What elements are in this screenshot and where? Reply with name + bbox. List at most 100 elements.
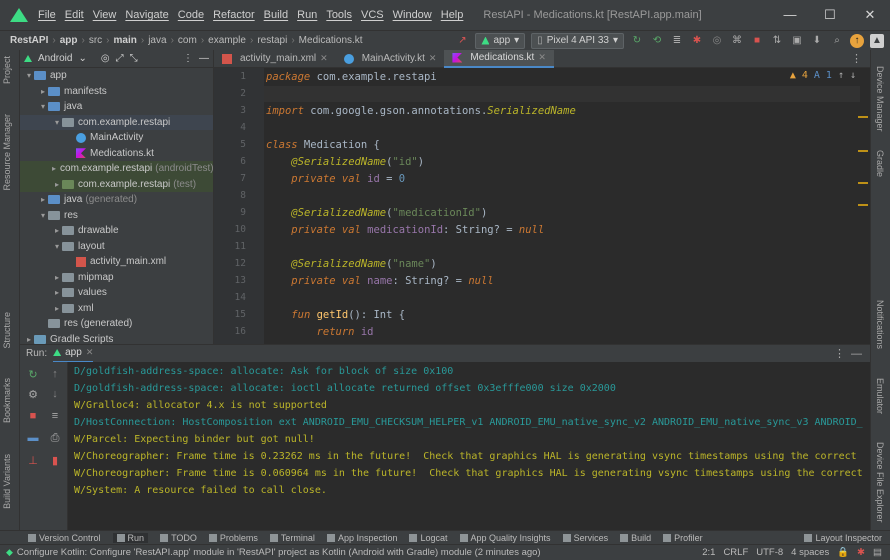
pin-icon[interactable]: ⊥ — [26, 454, 40, 468]
debug-icon[interactable]: ✱ — [690, 34, 704, 48]
breadcrumb-item[interactable]: main — [114, 35, 137, 46]
tree-item[interactable]: ▾ layout — [20, 239, 213, 255]
search-icon[interactable]: ⌕ — [830, 34, 844, 48]
tree-item[interactable]: ▸ xml — [20, 301, 213, 317]
file-encoding[interactable]: UTF-8 — [756, 547, 783, 558]
menu-tools[interactable]: Tools — [326, 9, 352, 21]
tree-item[interactable]: ▸ values — [20, 285, 213, 301]
chevron-right-icon[interactable]: ▸ — [52, 273, 62, 282]
tool-window-resource-manager[interactable]: Resource Manager — [2, 114, 12, 191]
lock-icon[interactable]: 🔒 — [837, 547, 849, 558]
close-icon[interactable]: ✕ — [320, 53, 328, 64]
status-message[interactable]: Configure Kotlin: Configure 'RestAPI.app… — [17, 547, 541, 558]
device-select[interactable]: ▯ Pixel 4 API 33 ▾ — [531, 32, 624, 49]
run-tab-app[interactable]: app ✕ — [53, 345, 94, 363]
options-icon[interactable]: ⋮ — [183, 53, 193, 64]
collapse-all-icon[interactable]: ⤡ — [130, 53, 138, 64]
tree-item[interactable]: ▸ com.example.restapi (test) — [20, 176, 213, 192]
chevron-down-icon[interactable]: ▾ — [24, 71, 34, 80]
soft-wrap-icon[interactable]: ≡ — [48, 410, 62, 424]
tool-window-project[interactable]: Project — [2, 56, 12, 84]
bottom-tab-build[interactable]: Build — [620, 533, 651, 543]
tool-window-build-variants[interactable]: Build Variants — [2, 454, 12, 509]
bottom-tab-profiler[interactable]: Profiler — [663, 533, 703, 543]
apply-changes-icon[interactable]: ⟲ — [650, 34, 664, 48]
menu-file[interactable]: File — [38, 9, 56, 21]
menu-navigate[interactable]: Navigate — [125, 9, 168, 21]
tree-item[interactable]: ▾ app — [20, 68, 213, 84]
chevron-down-icon[interactable]: ▾ — [38, 211, 48, 220]
sync-gradle-icon[interactable]: ⇅ — [770, 34, 784, 48]
tree-item[interactable]: ▸ com.example.restapi (androidTest) — [20, 161, 213, 177]
chevron-right-icon[interactable]: ▸ — [52, 164, 56, 173]
rerun-icon[interactable]: ↻ — [26, 368, 40, 382]
menu-window[interactable]: Window — [393, 9, 432, 21]
rerun-icon[interactable]: ↻ — [630, 34, 644, 48]
breadcrumb-item[interactable]: RestAPI — [10, 35, 48, 46]
bottom-tab-version-control[interactable]: Version Control — [28, 533, 101, 543]
chevron-right-icon[interactable]: ▸ — [52, 180, 62, 189]
down-icon[interactable]: ↓ — [48, 388, 62, 402]
bottom-tab-services[interactable]: Services — [562, 533, 608, 543]
tool-window-device-file-explorer[interactable]: Device File Explorer — [875, 442, 885, 523]
tool-window-gradle[interactable]: Gradle — [875, 150, 885, 177]
menu-view[interactable]: View — [93, 9, 117, 21]
bottom-tab-todo[interactable]: TODO — [160, 533, 197, 543]
project-view-select[interactable]: Android — [38, 53, 72, 64]
menu-refactor[interactable]: Refactor — [213, 9, 255, 21]
account-icon[interactable]: ▲ — [870, 33, 884, 48]
previous-highlight-icon[interactable]: ↑ — [838, 70, 844, 81]
menu-vcs[interactable]: VCS — [361, 9, 384, 21]
menu-edit[interactable]: Edit — [65, 9, 84, 21]
breadcrumb-item[interactable]: com — [178, 35, 197, 46]
logcat-icon[interactable]: ≣ — [670, 34, 684, 48]
menu-build[interactable]: Build — [264, 9, 288, 21]
memory-icon[interactable]: ▤ — [873, 547, 882, 558]
chevron-down-icon[interactable]: ▾ — [38, 102, 48, 111]
breadcrumb-item[interactable]: example — [208, 35, 246, 46]
stop-icon[interactable]: ■ — [750, 34, 764, 48]
bottom-tab-logcat[interactable]: Logcat — [409, 533, 448, 543]
print-icon[interactable]: ⎙ — [48, 432, 62, 446]
locate-icon[interactable]: ◎ — [101, 53, 110, 64]
tree-item[interactable]: ▸ Gradle Scripts — [20, 332, 213, 344]
tree-item[interactable]: activity_main.xml — [20, 254, 213, 270]
tab-options-icon[interactable]: ⋮ — [851, 52, 862, 65]
warning-marker[interactable] — [858, 204, 868, 206]
next-highlight-icon[interactable]: ↓ — [850, 70, 856, 81]
close-icon[interactable]: ✕ — [429, 53, 437, 64]
chevron-down-icon[interactable]: ▾ — [52, 242, 62, 251]
hide-icon[interactable]: — — [199, 53, 209, 64]
run-config-select[interactable]: app ▾ — [475, 32, 526, 49]
tree-item[interactable]: ▸ mipmap — [20, 270, 213, 286]
tool-window-notifications[interactable]: Notifications — [875, 300, 885, 349]
chevron-right-icon[interactable]: ▸ — [24, 335, 34, 344]
delete-icon[interactable]: ▮ — [48, 454, 62, 468]
inspection-widget[interactable]: ▲ 4 A 1 ↑ ↓ — [790, 70, 860, 81]
close-button[interactable]: ✕ — [850, 7, 890, 23]
menu-help[interactable]: Help — [441, 9, 464, 21]
tree-item[interactable]: Medications.kt — [20, 146, 213, 162]
attach-debugger-icon[interactable]: ⌘ — [730, 34, 744, 48]
bottom-tab-run[interactable]: Run — [112, 532, 149, 543]
device-manager-icon[interactable]: ▣ — [790, 34, 804, 48]
code-editor[interactable]: ▲ 4 A 1 ↑ ↓ package com.example.restapi i… — [264, 68, 860, 344]
warning-marker[interactable] — [858, 116, 868, 118]
editor-tab[interactable]: Medications.kt ✕ — [444, 49, 554, 68]
tool-window-emulator[interactable]: Emulator — [875, 378, 885, 414]
bottom-tab-layout-inspector[interactable]: Layout Inspector — [804, 533, 882, 543]
breadcrumb-item[interactable]: app — [60, 35, 78, 46]
breadcrumb-item[interactable]: src — [89, 35, 102, 46]
chevron-right-icon[interactable]: ▸ — [38, 87, 48, 96]
tree-item[interactable]: res (generated) — [20, 316, 213, 332]
tree-item[interactable]: ▸ java (generated) — [20, 192, 213, 208]
stop-icon[interactable]: ■ — [26, 410, 40, 424]
hide-icon[interactable]: — — [851, 348, 862, 360]
caret-position[interactable]: 2:1 — [702, 547, 715, 558]
bottom-tab-app-inspection[interactable]: App Inspection — [326, 533, 397, 543]
minimize-button[interactable]: — — [770, 7, 810, 23]
chevron-down-icon[interactable]: ⌄ — [78, 53, 86, 64]
run-console[interactable]: D/goldfish-address-space: allocate: Ask … — [68, 362, 870, 530]
tree-item[interactable]: ▾ res — [20, 208, 213, 224]
sdk-manager-icon[interactable]: ⬇ — [810, 34, 824, 48]
